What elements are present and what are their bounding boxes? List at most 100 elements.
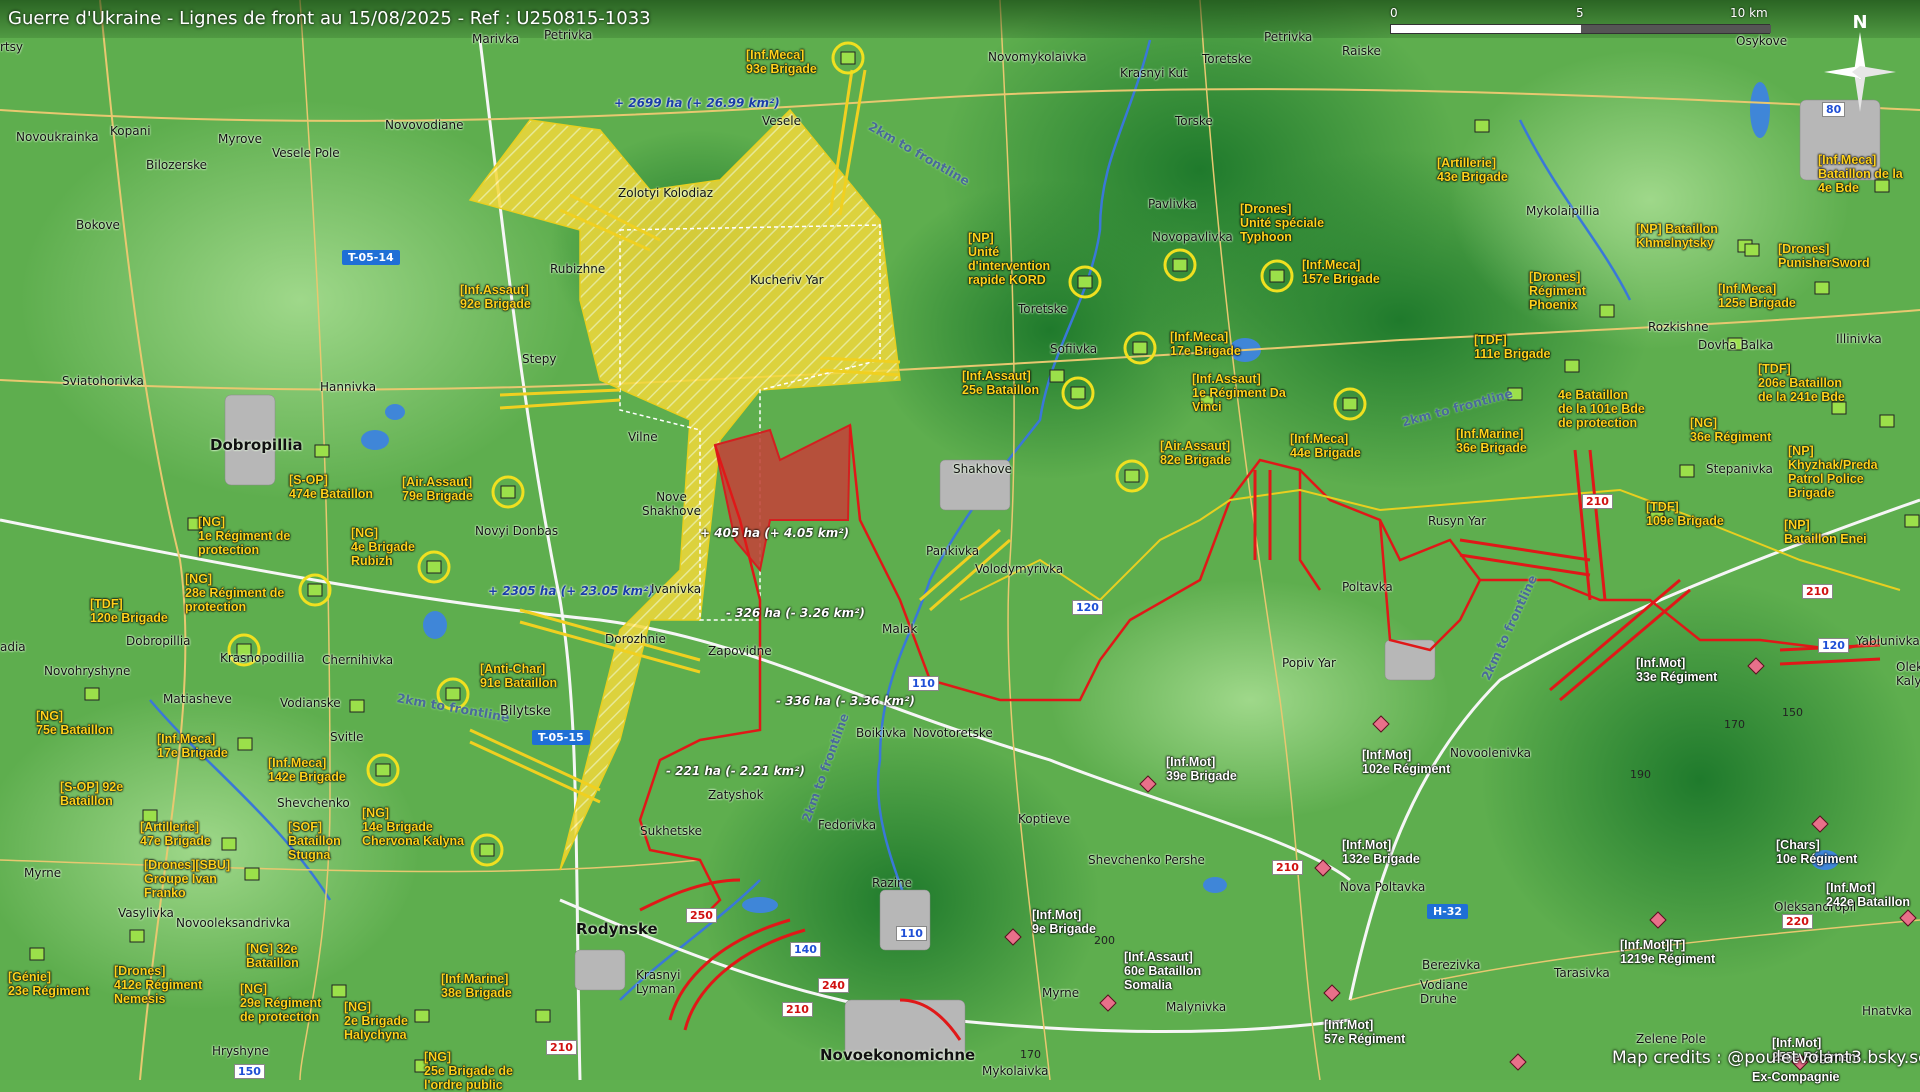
ua-unit-label[interactable]: [NP] Bataillon Enei: [1784, 518, 1867, 546]
ua-unit-label[interactable]: [NG] 4e Brigade Rubizh: [351, 526, 415, 568]
ua-unit-label[interactable]: [Inf.Marine] 38e Brigade: [441, 972, 512, 1000]
ua-unit-label[interactable]: [Inf.Meca] 142e Brigade: [268, 756, 346, 784]
ua-unit-label[interactable]: [TDF] 111e Brigade: [1474, 333, 1550, 361]
ua-unit-label[interactable]: [Anti-Char] 91e Bataillon: [480, 662, 557, 690]
road-number: 150: [234, 1064, 265, 1079]
ua-unit-label[interactable]: 4e Bataillon de la 101e Bde de protectio…: [1558, 388, 1645, 430]
ua-unit-label[interactable]: [Inf.Meca] 17e Brigade: [157, 732, 228, 760]
place-label: Nove Shakhove: [642, 490, 701, 518]
elevation-label: 190: [1630, 768, 1651, 781]
place-label: Poltavka: [1342, 580, 1393, 594]
ua-unit-label[interactable]: [NG] 75e Bataillon: [36, 709, 113, 737]
ua-unit-label[interactable]: [NG] 25e Brigade de l'ordre public: [424, 1050, 513, 1092]
ru-unit-label[interactable]: [Inf.Mot] 9e Brigade: [1032, 908, 1096, 936]
place-label: Volodymyrivka: [975, 562, 1064, 576]
ua-unit-label[interactable]: [Inf.Marine] 36e Brigade: [1456, 427, 1527, 455]
ua-unit-label[interactable]: [Inf.Assaut] 1e Régiment Da Vinci: [1192, 372, 1286, 414]
place-label: Toretske: [1018, 302, 1068, 316]
area-gain-label: + 405 ha (+ 4.05 km²): [700, 526, 850, 540]
ua-unit-label[interactable]: [Drones][SBU] Groupe Ivan Franko: [144, 858, 230, 900]
ua-unit-label[interactable]: [Inf.Meca] 17e Brigade: [1170, 330, 1241, 358]
ru-unit-label[interactable]: [Inf.Assaut] 60e Bataillon Somalia: [1124, 950, 1201, 992]
ua-unit-label[interactable]: [S-OP] 92e Bataillon: [60, 780, 123, 808]
ua-unit-label[interactable]: [Drones] 412e Régiment Nemesis: [114, 964, 202, 1006]
place-label: Zelene Pole: [1636, 1032, 1706, 1046]
place-label: Vasylivka: [118, 906, 174, 920]
place-label: Bokove: [76, 218, 120, 232]
ua-unit-label[interactable]: [NG] 2e Brigade Halychyna: [344, 1000, 408, 1042]
place-label: Kucheriv Yar: [750, 273, 824, 287]
ru-unit-label[interactable]: [Inf.Mot] 39e Brigade: [1166, 755, 1237, 783]
ru-unit-label[interactable]: [Inf.Mot] 57e Régiment: [1324, 1018, 1405, 1046]
ru-unit-label[interactable]: [Inf.Mot][T] 1219e Régiment: [1620, 938, 1715, 966]
place-novoekonomichne: Novoekonomichne: [820, 1046, 976, 1064]
ua-unit-label[interactable]: [TDF] 109e Brigade: [1646, 500, 1724, 528]
ua-unit-label[interactable]: [Drones] Unité spéciale Typhoon: [1240, 202, 1324, 244]
elevation-label: 170: [1020, 1048, 1041, 1061]
ru-unit-label[interactable]: [Inf.Mot] 33e Régiment: [1636, 656, 1717, 684]
ua-unit-label[interactable]: [Inf.Meca] 157e Brigade: [1302, 258, 1380, 286]
ua-unit-label[interactable]: [NP] Bataillon Khmelnytsky: [1636, 222, 1718, 250]
ua-unit-label[interactable]: [Inf.Assaut] 92e Brigade: [460, 283, 531, 311]
road-number: 210: [1582, 494, 1613, 509]
place-label: Marivka: [472, 32, 520, 46]
ua-unit-label[interactable]: [Inf.Meca] 125e Brigade: [1718, 282, 1796, 310]
place-label: Myrne: [24, 866, 62, 880]
ua-unit-label[interactable]: [NG] 29e Régiment de protection: [240, 982, 321, 1024]
ua-unit-label[interactable]: [NG] 14e Brigade Chervona Kalyna: [362, 806, 464, 848]
place-label: Myrne: [1042, 986, 1080, 1000]
ua-unit-label[interactable]: [NG] 1e Régiment de protection: [198, 515, 290, 557]
place-label: Krasnopodillia: [220, 651, 305, 665]
place-label: Chernihivka: [322, 653, 394, 667]
ua-unit-label[interactable]: [Inf.Meca] Bataillon de la 4e Bde: [1818, 153, 1903, 195]
ua-unit-label[interactable]: [Air.Assaut] 79e Brigade: [402, 475, 473, 503]
ua-unit-label[interactable]: [Artillerie] 47e Brigade: [140, 820, 211, 848]
ua-unit-label[interactable]: [Inf.Meca] 44e Brigade: [1290, 432, 1361, 460]
place-label: Tarasivka: [1554, 966, 1610, 980]
road-number: 210: [546, 1040, 577, 1055]
place-label: Yablunivka: [1856, 634, 1920, 648]
ru-unit-label[interactable]: [Inf.Mot] 242e Bataillon: [1826, 881, 1910, 909]
place-label: Oleks Kalyn: [1896, 660, 1920, 688]
ru-unit-label[interactable]: [Inf.Mot] 132e Brigade: [1342, 838, 1420, 866]
ua-unit-label[interactable]: [Inf.Assaut] 25e Bataillon: [962, 369, 1039, 397]
ua-unit-label[interactable]: [Artillerie] 43e Brigade: [1437, 156, 1508, 184]
ua-unit-label[interactable]: [Inf.Meca] 93e Brigade: [746, 48, 817, 76]
place-label: Rubizhne: [550, 262, 606, 276]
ru-unit-label[interactable]: Ex-Compagnie: [1752, 1070, 1840, 1084]
place-label: Novomykolaivka: [988, 50, 1087, 64]
place-label: Pavlivka: [1148, 197, 1198, 211]
ru-unit-label[interactable]: [Chars] 10e Régiment: [1776, 838, 1857, 866]
road-number: 210: [1272, 860, 1303, 875]
ua-unit-label[interactable]: [Génie] 23e Régiment: [8, 970, 89, 998]
ua-unit-label[interactable]: [NG] 28e Régiment de protection: [185, 572, 284, 614]
place-label: Osykove: [1736, 34, 1788, 48]
elevation-label: 170: [1724, 718, 1745, 731]
scale-bar: 0 5 10 km: [1390, 6, 1771, 36]
road-number: 250: [686, 908, 717, 923]
place-label: rtsy: [0, 40, 23, 54]
road-number: 140: [790, 942, 821, 957]
area-loss-label: - 221 ha (- 2.21 km²): [666, 764, 805, 778]
ua-unit-label[interactable]: [NP] Unité d'intervention rapide KORD: [968, 231, 1050, 287]
ua-unit-label[interactable]: [Air.Assaut] 82e Brigade: [1160, 439, 1231, 467]
place-label: Krasnyi Lyman: [636, 968, 681, 996]
road-number: 120: [1072, 600, 1103, 615]
place-label: Torske: [1175, 114, 1213, 128]
ua-unit-label[interactable]: [S-OP] 474e Bataillon: [289, 473, 373, 501]
ua-unit-label[interactable]: [NP] Khyzhak/Preda Patrol Police Brigade: [1788, 444, 1878, 500]
road-number: 120: [1818, 638, 1849, 653]
place-label: Berezivka: [1422, 958, 1481, 972]
place-label: Koptieve: [1018, 812, 1071, 826]
ua-unit-label[interactable]: [Drones] PunisherSword: [1778, 242, 1870, 270]
ua-unit-label[interactable]: [NG] 32e Bataillon: [246, 942, 299, 970]
ru-unit-label[interactable]: [Inf.Mot] 102e Régiment: [1362, 748, 1450, 776]
ua-unit-label[interactable]: [TDF] 120e Brigade: [90, 597, 168, 625]
scale-rail: [1390, 24, 1771, 34]
ua-unit-label[interactable]: [TDF] 206e Bataillon de la 241e Bde: [1758, 362, 1845, 404]
ua-unit-label[interactable]: [NG] 36e Régiment: [1690, 416, 1771, 444]
place-dobropillia: Dobropillia: [210, 436, 303, 454]
ua-unit-label[interactable]: [SOF] Bataillon Stugna: [288, 820, 341, 862]
place-label: Toretske: [1202, 52, 1252, 66]
ua-unit-label[interactable]: [Drones] Régiment Phoenix: [1529, 270, 1586, 312]
